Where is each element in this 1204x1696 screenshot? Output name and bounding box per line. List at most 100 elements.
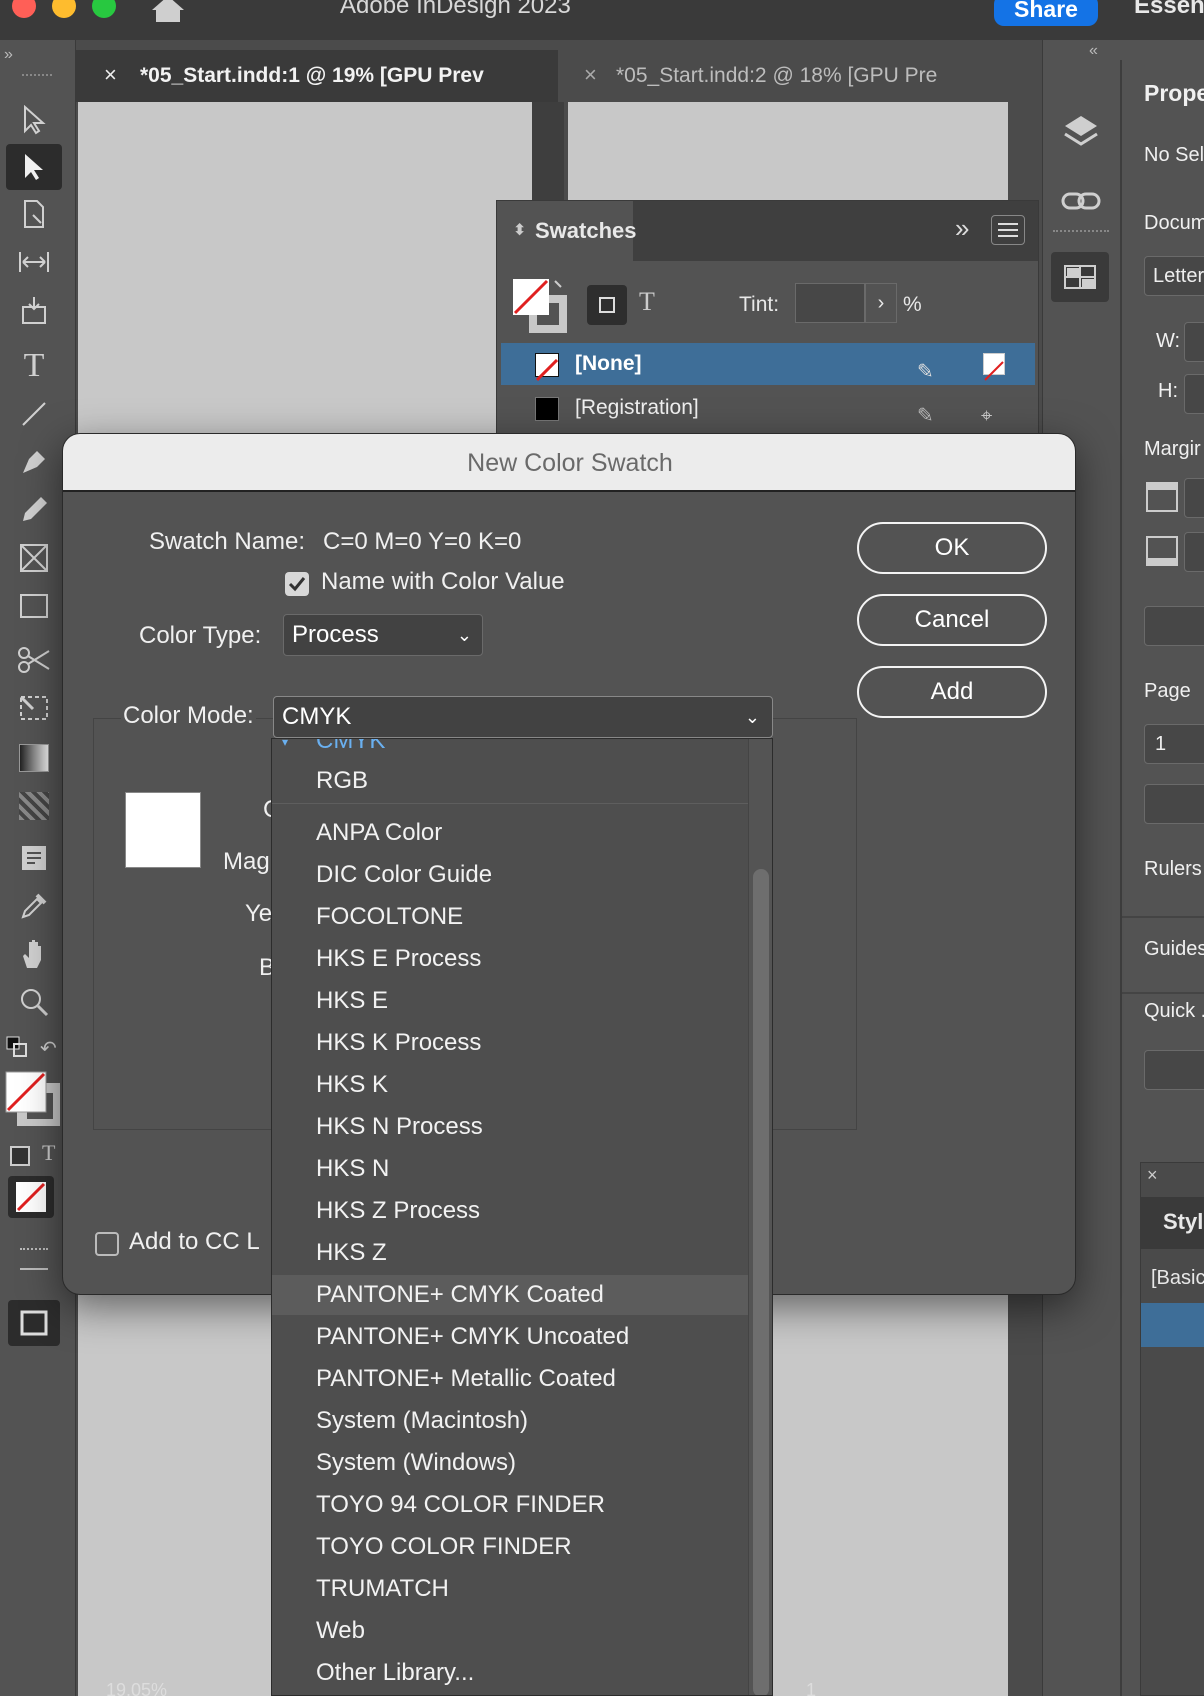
quick-action-button[interactable] — [1144, 1050, 1204, 1090]
color-mode-option[interactable]: RGB — [272, 761, 748, 801]
formatting-container-icon[interactable] — [10, 1146, 30, 1166]
preview-mode-icon[interactable] — [20, 1248, 48, 1270]
swap-fill-stroke-icon[interactable]: ↶ — [40, 1036, 57, 1061]
color-mode-option[interactable]: DIC Color Guide — [272, 855, 748, 895]
edit-page-button[interactable] — [1144, 784, 1204, 824]
color-mode-option[interactable]: ANPA Color — [272, 813, 748, 853]
content-collector-tool-icon[interactable] — [14, 290, 54, 330]
add-to-cc-library-checkbox[interactable] — [95, 1232, 119, 1256]
color-mode-option[interactable]: TOYO COLOR FINDER — [272, 1527, 748, 1567]
minimize-window-button[interactable] — [52, 0, 76, 18]
page-number-field[interactable]: 1 — [806, 1680, 816, 1696]
color-mode-option[interactable]: Other Library... — [272, 1653, 748, 1693]
direct-selection-tool-icon[interactable] — [6, 144, 62, 190]
color-mode-option[interactable]: TOYO 94 COLOR FINDER — [272, 1485, 748, 1525]
home-icon[interactable] — [150, 0, 186, 22]
fill-stroke-swatch[interactable] — [4, 1070, 63, 1129]
pencil-tool-icon[interactable] — [14, 490, 54, 530]
color-mode-option[interactable]: HKS N — [272, 1149, 748, 1189]
style-item-basic[interactable]: [Basic — [1151, 1267, 1204, 1290]
swatches-panel-icon[interactable] — [1051, 252, 1109, 302]
color-mode-option[interactable]: TRUMATCH — [272, 1569, 748, 1609]
color-mode-option[interactable]: HKS K Process — [272, 1023, 748, 1063]
collapse-panel-icon[interactable]: » — [955, 213, 969, 244]
fill-stroke-swatch[interactable] — [511, 277, 571, 333]
color-mode-dropdown-list[interactable]: ▾ CMYK RGB ANPA Color DIC Color Guide FOCOL… — [271, 738, 773, 1696]
page-tool-icon[interactable] — [14, 194, 54, 234]
grip-icon[interactable] — [1053, 230, 1109, 234]
color-mode-option[interactable]: HKS E Process — [272, 939, 748, 979]
margin-top-stepper[interactable] — [1184, 478, 1204, 518]
swatch-row-registration[interactable]: [Registration] ✎ ⌖ — [501, 387, 1035, 429]
line-tool-icon[interactable] — [14, 394, 54, 434]
gap-tool-icon[interactable] — [14, 242, 54, 282]
links-icon[interactable] — [1061, 188, 1101, 216]
close-tab-icon[interactable]: × — [104, 62, 117, 88]
width-stepper[interactable] — [1184, 322, 1204, 362]
color-mode-option[interactable]: PANTONE+ CMYK Coated — [272, 1275, 748, 1315]
grip-icon[interactable] — [22, 74, 52, 78]
zoom-level-field[interactable]: 19.05% — [106, 1680, 167, 1696]
share-button[interactable]: Share — [994, 0, 1098, 26]
hand-tool-icon[interactable] — [14, 934, 54, 974]
swatch-name-value[interactable]: C=0 M=0 Y=0 K=0 — [323, 528, 521, 556]
screen-mode-icon[interactable] — [8, 1300, 60, 1346]
formatting-text-icon[interactable]: T — [42, 1140, 55, 1166]
eyedropper-tool-icon[interactable] — [14, 886, 54, 926]
gradient-feather-tool-icon[interactable] — [14, 786, 54, 826]
note-tool-icon[interactable] — [14, 838, 54, 878]
name-with-color-value-checkbox[interactable] — [285, 572, 309, 596]
close-panel-icon[interactable]: × — [1147, 1165, 1158, 1186]
selection-tool-icon[interactable] — [14, 100, 54, 140]
color-mode-option[interactable]: System (Windows) — [272, 1443, 748, 1483]
rectangle-frame-tool-icon[interactable] — [14, 538, 54, 578]
workspace-switcher[interactable]: Essen — [1134, 0, 1204, 20]
adjust-layout-button[interactable] — [1144, 606, 1204, 646]
free-transform-tool-icon[interactable] — [14, 688, 54, 728]
height-stepper[interactable] — [1184, 374, 1204, 414]
zoom-window-button[interactable] — [92, 0, 116, 18]
gradient-swatch-tool-icon[interactable] — [14, 738, 54, 778]
scissors-tool-icon[interactable] — [14, 640, 54, 680]
apply-none-icon[interactable] — [8, 1176, 54, 1218]
swatch-row-none[interactable]: [None] ✎ — [501, 343, 1035, 385]
color-mode-option[interactable]: HKS Z — [272, 1233, 748, 1273]
color-mode-option-current[interactable]: CMYK — [272, 739, 748, 761]
selected-style-row[interactable] — [1141, 1303, 1204, 1347]
color-mode-option[interactable]: Web — [272, 1611, 748, 1651]
color-mode-option[interactable]: HKS K — [272, 1065, 748, 1105]
page-select[interactable]: 1 — [1144, 724, 1204, 764]
color-mode-option[interactable]: HKS Z Process — [272, 1191, 748, 1231]
layers-icon[interactable] — [1061, 112, 1101, 152]
zoom-tool-icon[interactable] — [14, 982, 54, 1022]
swatches-tab[interactable]: ⬍ Swatches — [497, 201, 637, 261]
color-mode-option[interactable]: HKS N Process — [272, 1107, 748, 1147]
type-tool-icon[interactable]: T — [14, 346, 54, 386]
color-mode-option[interactable]: HKS E — [272, 981, 748, 1021]
tint-slider-button[interactable]: › — [865, 283, 897, 323]
scrollbar-thumb[interactable] — [753, 869, 769, 1695]
dropdown-scrollbar[interactable] — [748, 739, 772, 1695]
tint-input[interactable] — [795, 283, 865, 323]
color-mode-option[interactable]: PANTONE+ Metallic Coated — [272, 1359, 748, 1399]
color-mode-option[interactable]: System (Macintosh) — [272, 1401, 748, 1441]
default-fill-stroke-icon[interactable] — [6, 1036, 28, 1058]
formatting-container-icon[interactable] — [587, 285, 627, 325]
margin-bottom-stepper[interactable] — [1184, 532, 1204, 572]
ok-button[interactable]: OK — [857, 522, 1047, 574]
add-button[interactable]: Add — [857, 666, 1047, 718]
expand-toolbar-icon[interactable]: » — [4, 46, 13, 64]
rectangle-tool-icon[interactable] — [14, 586, 54, 626]
panel-menu-icon[interactable] — [991, 215, 1025, 245]
styles-tab[interactable]: Styl — [1141, 1197, 1204, 1249]
color-mode-option[interactable]: FOCOLTONE — [272, 897, 748, 937]
close-window-button[interactable] — [12, 0, 36, 18]
tab-document-1[interactable]: × *05_Start.indd:1 @ 19% [GPU Prev — [76, 50, 558, 102]
color-mode-select[interactable]: CMYK ⌄ — [273, 696, 773, 738]
formatting-text-icon[interactable]: T — [639, 287, 655, 317]
cancel-button[interactable]: Cancel — [857, 594, 1047, 646]
collapse-dock-icon[interactable]: « — [1089, 42, 1098, 60]
pen-tool-icon[interactable] — [14, 442, 54, 482]
color-type-select[interactable]: Process ⌄ — [283, 614, 483, 656]
close-tab-icon[interactable]: × — [584, 62, 597, 88]
